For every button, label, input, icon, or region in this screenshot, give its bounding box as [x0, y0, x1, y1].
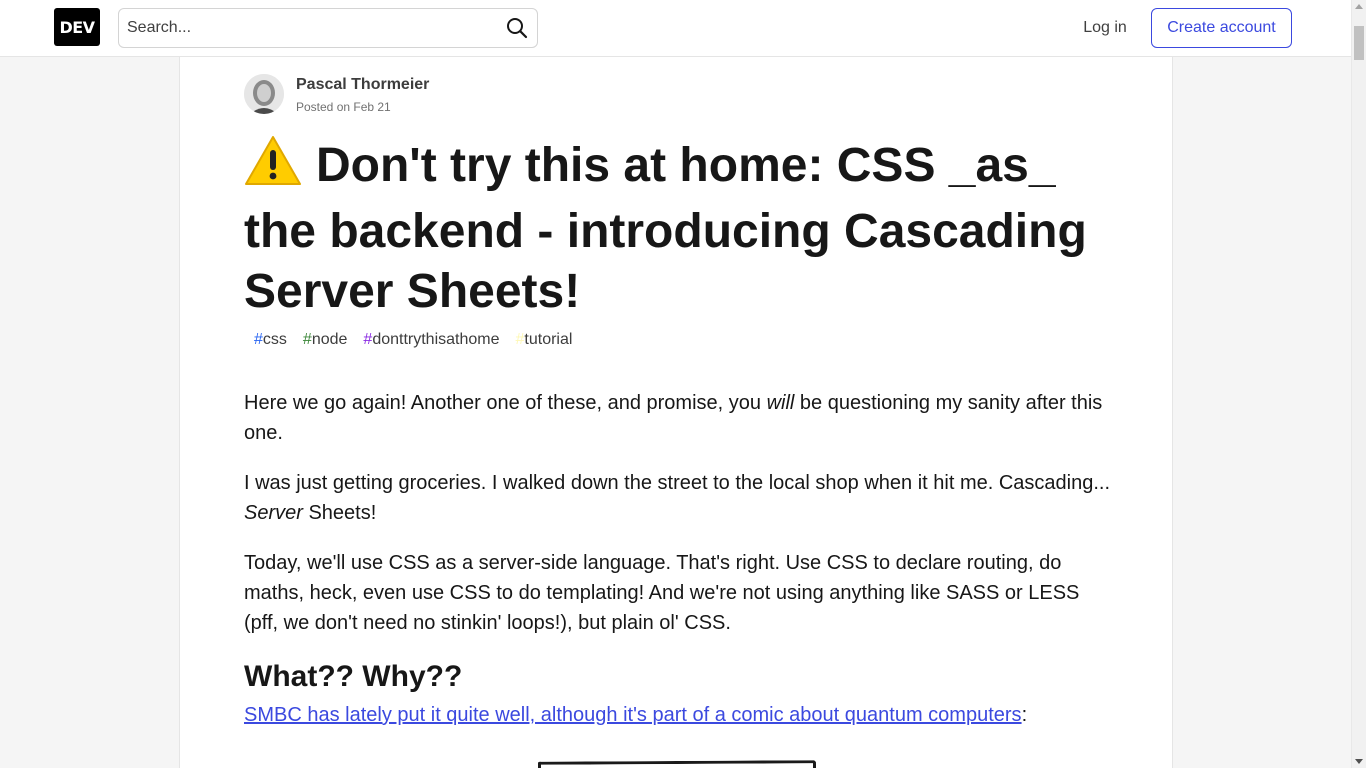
- tag-hash: #: [302, 331, 312, 348]
- section-heading: What?? Why??: [244, 660, 463, 693]
- top-header: DEV Log in Create account: [0, 0, 1351, 57]
- text-span: I was just getting groceries. I walked d…: [244, 472, 1111, 494]
- tag-css[interactable]: #css: [246, 329, 295, 351]
- article-title: Don't try this at home: CSS _as_ the bac…: [244, 135, 1114, 322]
- emphasis-text: will: [766, 392, 795, 414]
- paragraph-groceries: I was just getting groceries. I walked d…: [244, 468, 1114, 528]
- article-card: Pascal Thormeier Posted on Feb 21 Don't …: [179, 57, 1173, 768]
- text-span: Here we go again! Another one of these, …: [244, 392, 767, 414]
- scroll-down-arrow-icon[interactable]: [1355, 759, 1363, 764]
- tag-hash: #: [254, 331, 263, 348]
- paragraph-intro: Here we go again! Another one of these, …: [244, 388, 1114, 448]
- tag-node[interactable]: #node: [295, 329, 356, 351]
- text-span: Sheets!: [302, 502, 377, 524]
- scroll-thumb[interactable]: [1354, 26, 1364, 60]
- paragraph-today: Today, we'll use CSS as a server-side la…: [244, 552, 1080, 634]
- tag-list: #css #node #donttrythisathome #tutorial: [246, 329, 580, 351]
- tag-hash: #: [363, 331, 373, 348]
- smbc-link[interactable]: SMBC has lately put it quite well, altho…: [244, 704, 1022, 726]
- author-name[interactable]: Pascal Thormeier: [296, 76, 429, 94]
- login-button[interactable]: Log in: [1070, 8, 1140, 48]
- tag-donttrythisathome[interactable]: #donttrythisathome: [355, 329, 507, 351]
- tag-label: donttrythisathome: [372, 331, 500, 348]
- text-span: :: [1021, 704, 1028, 726]
- create-account-button[interactable]: Create account: [1151, 8, 1292, 48]
- emphasis-text: Server: [244, 502, 303, 524]
- scroll-up-arrow-icon[interactable]: [1355, 4, 1363, 9]
- tag-label: tutorial: [524, 331, 573, 348]
- tag-tutorial[interactable]: #tutorial: [508, 329, 581, 351]
- search-icon[interactable]: [505, 16, 529, 40]
- search-box: [118, 8, 538, 48]
- tag-label: css: [262, 331, 287, 348]
- post-date: Posted on Feb 21: [296, 100, 391, 114]
- tag-label: node: [311, 331, 348, 348]
- article-title-text: Don't try this at home: CSS _as_ the bac…: [244, 139, 1087, 318]
- paragraph-smbc: SMBC has lately put it quite well, altho…: [244, 700, 1114, 730]
- page-scrollbar[interactable]: [1351, 0, 1366, 768]
- comic-image: [537, 760, 817, 768]
- dev-logo[interactable]: DEV: [54, 8, 100, 46]
- author-avatar[interactable]: [244, 74, 284, 114]
- warning-icon: [244, 135, 302, 202]
- article-body: Here we go again! Another one of these, …: [244, 388, 1114, 750]
- search-input[interactable]: [119, 9, 499, 47]
